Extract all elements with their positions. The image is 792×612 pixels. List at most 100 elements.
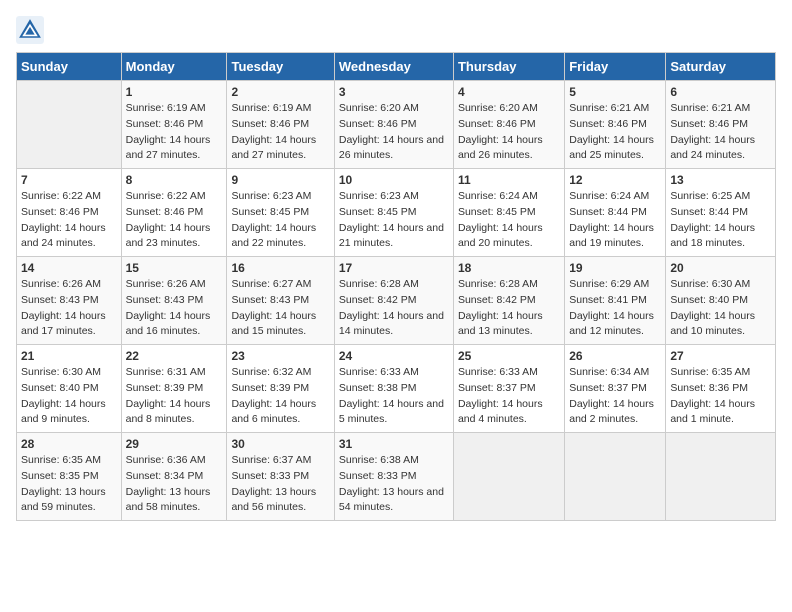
sunset-text: Sunset: 8:46 PM — [569, 118, 647, 130]
cell-info: Sunrise: 6:32 AMSunset: 8:39 PMDaylight:… — [231, 365, 329, 428]
cell-info: Sunrise: 6:33 AM Sunset: 8:37 PM Daylight:… — [458, 365, 560, 428]
sunset-text: Sunset: 8:42 PM — [458, 294, 536, 306]
day-number: 13 — [670, 173, 771, 187]
daylight-text: Daylight: 13 hours and 54 minutes. — [339, 486, 444, 514]
calendar-cell: 31Sunrise: 6:38 AMSunset: 8:33 PMDayligh… — [334, 433, 453, 521]
calendar-cell: 9Sunrise: 6:23 AMSunset: 8:45 PMDaylight… — [227, 169, 334, 257]
daylight-text: Daylight: 14 hours and 4 minutes. — [458, 398, 543, 426]
sunset-text: Sunset: 8:43 PM — [126, 294, 204, 306]
sunrise-text: Sunrise: 6:26 AM — [126, 278, 206, 290]
day-number: 22 — [126, 349, 223, 363]
sunset-text: Sunset: 8:38 PM — [339, 382, 417, 394]
cell-info: Sunrise: 6:34 AM Sunset: 8:37 PM Daylight:… — [569, 365, 661, 428]
sunset-text: Sunset: 8:33 PM — [339, 470, 417, 482]
sunrise-text: Sunrise: 6:34 AM — [569, 366, 649, 378]
sunset-text: Sunset: 8:46 PM — [339, 118, 417, 130]
cell-info: Sunrise: 6:23 AMSunset: 8:45 PMDaylight:… — [231, 189, 329, 252]
calendar-cell: 26Sunrise: 6:34 AMSunset: 8:37 PMDayligh… — [565, 345, 666, 433]
daylight-text: Daylight: 13 hours and 59 minutes. — [21, 486, 106, 514]
calendar-cell: 11Sunrise: 6:24 AMSunset: 8:45 PMDayligh… — [453, 169, 564, 257]
cell-info: Sunrise: 6:30 AMSunset: 8:40 PMDaylight:… — [670, 277, 771, 340]
cell-info: Sunrise: 6:31 AMSunset: 8:39 PMDaylight:… — [126, 365, 223, 428]
calendar-cell — [17, 81, 122, 169]
sunrise-text: Sunrise: 6:25 AM — [670, 190, 750, 202]
calendar-cell: 24Sunrise: 6:33 AMSunset: 8:38 PMDayligh… — [334, 345, 453, 433]
sunrise-text: Sunrise: 6:22 AM — [21, 190, 101, 202]
sunset-text: Sunset: 8:39 PM — [126, 382, 204, 394]
calendar-cell: 27 Sunrise: 6:35 AMSunset: 8:36 PMDayligh… — [666, 345, 776, 433]
sunset-text: Sunset: 8:45 PM — [339, 206, 417, 218]
sunset-text: Sunset: 8:45 PM — [458, 206, 536, 218]
day-of-week-header: Thursday — [453, 53, 564, 81]
calendar-cell: 16 Sunrise: 6:27 AMSunset: 8:43 PMDayligh… — [227, 257, 334, 345]
daylight-text: Daylight: 14 hours and 16 minutes. — [126, 310, 211, 338]
sunset-text: Sunset: 8:44 PM — [670, 206, 748, 218]
sunrise-text: Sunrise: 6:33 AM — [458, 366, 538, 378]
sunset-text: Sunset: 8:33 PM — [231, 470, 309, 482]
daylight-text: Daylight: 14 hours and 23 minutes. — [126, 222, 211, 250]
sunset-text: Sunset: 8:44 PM — [569, 206, 647, 218]
daylight-text: Daylight: 14 hours and 20 minutes. — [458, 222, 543, 250]
day-of-week-header: Saturday — [666, 53, 776, 81]
calendar-header: SundayMondayTuesdayWednesdayThursdayFrid… — [17, 53, 776, 81]
calendar-week-row: 21Sunrise: 6:30 AMSunset: 8:40 PMDayligh… — [17, 345, 776, 433]
cell-info: Sunrise: 6:23 AMSunset: 8:45 PMDaylight:… — [339, 189, 449, 252]
calendar-cell: 4 Sunrise: 6:20 AMSunset: 8:46 PMDaylight… — [453, 81, 564, 169]
sunset-text: Sunset: 8:46 PM — [458, 118, 536, 130]
calendar-cell: 22 Sunrise: 6:31 AMSunset: 8:39 PMDayligh… — [121, 345, 227, 433]
calendar-cell: 25Sunrise: 6:33 AMSunset: 8:37 PMDayligh… — [453, 345, 564, 433]
sunrise-text: Sunrise: 6:22 AM — [126, 190, 206, 202]
cell-info: Sunrise: 6:28 AMSunset: 8:42 PMDaylight:… — [339, 277, 449, 340]
sunrise-text: Sunrise: 6:36 AM — [126, 454, 206, 466]
cell-info: Sunrise: 6:37 AM Sunset: 8:33 PM Daylight:… — [231, 453, 329, 516]
day-number: 27 — [670, 349, 771, 363]
sunrise-text: Sunrise: 6:37 AM — [231, 454, 311, 466]
daylight-text: Daylight: 14 hours and 9 minutes. — [21, 398, 106, 426]
calendar-cell: 5Sunrise: 6:21 AMSunset: 8:46 PMDaylight… — [565, 81, 666, 169]
daylight-text: Daylight: 14 hours and 13 minutes. — [458, 310, 543, 338]
cell-info: Sunrise: 6:22 AMSunset: 8:46 PMDaylight:… — [21, 189, 117, 252]
calendar-body: 1Sunrise: 6:19 AMSunset: 8:46 PMDaylight… — [17, 81, 776, 521]
calendar-cell: 6Sunrise: 6:21 AMSunset: 8:46 PMDaylight… — [666, 81, 776, 169]
daylight-text: Daylight: 14 hours and 2 minutes. — [569, 398, 654, 426]
calendar-cell: 28 Sunrise: 6:35 AMSunset: 8:35 PMDayligh… — [17, 433, 122, 521]
day-number: 10 — [339, 173, 449, 187]
daylight-text: Daylight: 14 hours and 17 minutes. — [21, 310, 106, 338]
day-of-week-header: Monday — [121, 53, 227, 81]
daylight-text: Daylight: 14 hours and 27 minutes. — [231, 134, 316, 162]
calendar-cell: 21Sunrise: 6:30 AMSunset: 8:40 PMDayligh… — [17, 345, 122, 433]
day-number: 6 — [670, 85, 771, 99]
cell-info: Sunrise: 6:35 AMSunset: 8:36 PMDaylight:… — [670, 365, 771, 428]
day-number: 28 — [21, 437, 117, 451]
sunset-text: Sunset: 8:34 PM — [126, 470, 204, 482]
daylight-text: Daylight: 14 hours and 14 minutes. — [339, 310, 444, 338]
cell-info: Sunrise: 6:20 AMSunset: 8:46 PMDaylight:… — [458, 101, 560, 164]
cell-info: Sunrise: 6:24 AMSunset: 8:44 PMDaylight:… — [569, 189, 661, 252]
sunrise-text: Sunrise: 6:19 AM — [231, 102, 311, 114]
cell-info: Sunrise: 6:20 AMSunset: 8:46 PMDaylight:… — [339, 101, 449, 164]
calendar-cell: 15Sunrise: 6:26 AMSunset: 8:43 PMDayligh… — [121, 257, 227, 345]
sunset-text: Sunset: 8:36 PM — [670, 382, 748, 394]
cell-info: Sunrise: 6:24 AMSunset: 8:45 PMDaylight:… — [458, 189, 560, 252]
day-of-week-header: Friday — [565, 53, 666, 81]
sunset-text: Sunset: 8:37 PM — [458, 382, 536, 394]
sunrise-text: Sunrise: 6:32 AM — [231, 366, 311, 378]
logo-icon — [16, 16, 44, 44]
day-number: 4 — [458, 85, 560, 99]
sunrise-text: Sunrise: 6:23 AM — [339, 190, 419, 202]
sunset-text: Sunset: 8:43 PM — [21, 294, 99, 306]
day-number: 16 — [231, 261, 329, 275]
day-number: 7 — [21, 173, 117, 187]
sunset-text: Sunset: 8:37 PM — [569, 382, 647, 394]
day-number: 18 — [458, 261, 560, 275]
calendar-cell: 13Sunrise: 6:25 AMSunset: 8:44 PMDayligh… — [666, 169, 776, 257]
cell-info: Sunrise: 6:35 AMSunset: 8:35 PMDaylight:… — [21, 453, 117, 516]
day-number: 14 — [21, 261, 117, 275]
cell-info: Sunrise: 6:27 AMSunset: 8:43 PMDaylight:… — [231, 277, 329, 340]
daylight-text: Daylight: 13 hours and 56 minutes. — [231, 486, 316, 514]
daylight-text: Daylight: 14 hours and 5 minutes. — [339, 398, 444, 426]
calendar-cell: 19Sunrise: 6:29 AMSunset: 8:41 PMDayligh… — [565, 257, 666, 345]
sunset-text: Sunset: 8:40 PM — [670, 294, 748, 306]
cell-info: Sunrise: 6:30 AMSunset: 8:40 PMDaylight:… — [21, 365, 117, 428]
day-number: 17 — [339, 261, 449, 275]
